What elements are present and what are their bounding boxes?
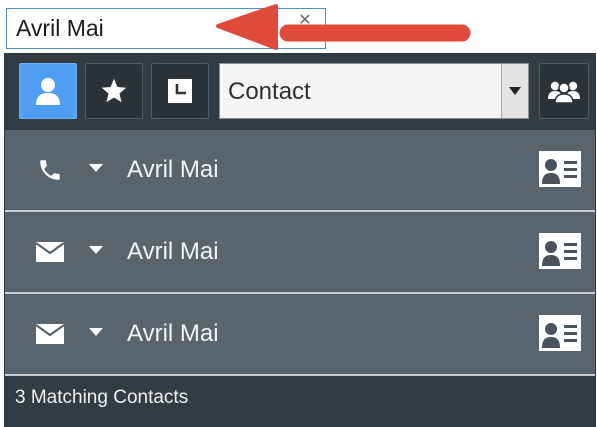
group-icon [548,81,580,104]
envelope-icon[interactable] [35,239,65,265]
search-input[interactable] [7,9,325,48]
search-box[interactable]: ✕ [6,8,326,49]
contact-type-select[interactable]: Contact [219,63,529,119]
contact-search-panel: Contact Avril Mai Avril Mai Avril Mai 3 … [4,53,596,427]
toolbar: Contact [5,54,595,130]
person-icon [36,78,60,105]
contact-type-value: Contact [228,78,311,105]
contact-row[interactable]: Avril Mai [5,130,595,212]
chevron-down-icon[interactable] [501,64,528,118]
directory-button[interactable] [539,63,589,119]
favorites-tab[interactable] [85,63,143,119]
contact-card-icon[interactable] [538,232,582,270]
match-count: 3 Matching Contacts [15,387,189,408]
star-icon [101,78,127,103]
envelope-icon[interactable] [35,321,65,347]
recent-tab[interactable] [151,63,209,119]
contact-card-icon[interactable] [538,150,582,188]
clear-search-icon[interactable]: ✕ [297,13,313,29]
results-footer: 3 Matching Contacts [5,376,595,427]
contacts-tab[interactable] [19,63,77,119]
caret-down-icon[interactable] [89,327,103,337]
caret-down-icon[interactable] [89,245,103,255]
contact-card-icon[interactable] [538,314,582,352]
caret-down-icon[interactable] [89,163,103,173]
contact-name[interactable]: Avril Mai [127,130,219,210]
contact-name[interactable]: Avril Mai [127,294,219,374]
phone-icon[interactable] [35,157,65,183]
recent-icon [168,79,192,103]
contact-results-list: Avril Mai Avril Mai Avril Mai [5,130,595,376]
contact-name[interactable]: Avril Mai [127,212,219,292]
contact-row[interactable]: Avril Mai [5,294,595,376]
contact-row[interactable]: Avril Mai [5,212,595,294]
